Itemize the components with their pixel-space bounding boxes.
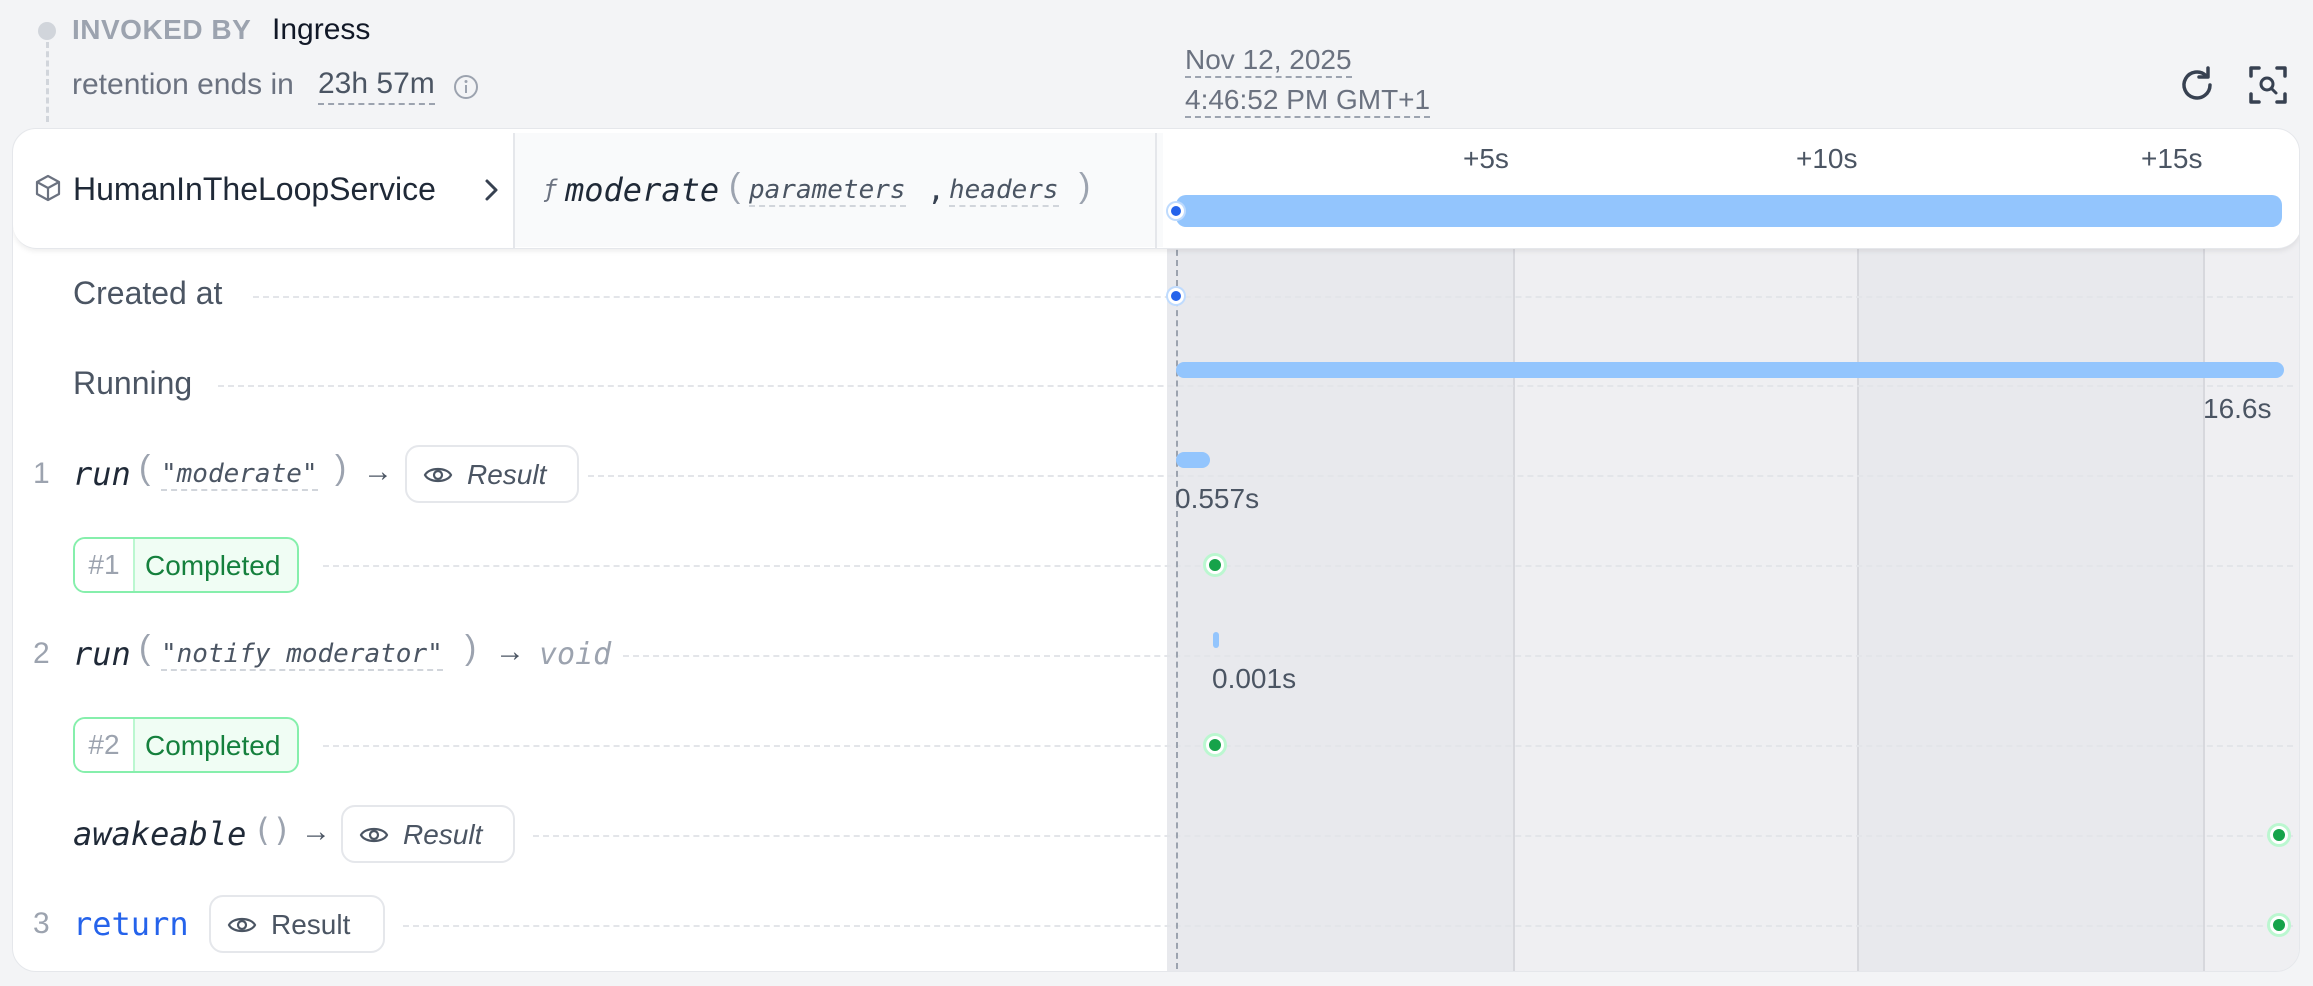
retention-value[interactable]: 23h 57m	[318, 67, 435, 105]
attempt-number: #2	[75, 719, 135, 771]
step-number: 3	[33, 907, 50, 940]
tick-label: +15s	[2141, 143, 2203, 174]
attempt-status-badge[interactable]: #2 Completed	[73, 717, 299, 773]
param-headers[interactable]: headers	[949, 175, 1059, 207]
invocation-header-row: HumanInTheLoopService ƒ moderate ( param…	[13, 129, 2299, 249]
origin-connector	[46, 42, 49, 122]
close-paren: )	[1079, 167, 1091, 205]
row-guide	[623, 655, 2293, 657]
arrow-icon: →	[301, 815, 331, 848]
attempt-completed-dot[interactable]	[1206, 736, 1224, 754]
result-button-label: Result	[403, 819, 483, 850]
invoked-by-value: Ingress	[272, 13, 371, 46]
result-button-label: Result	[467, 459, 547, 490]
result-button[interactable]: Result	[405, 445, 579, 503]
row-guide	[323, 565, 2293, 567]
result-button[interactable]: Result	[209, 895, 385, 953]
step-return-void: void	[539, 637, 612, 672]
step-run-arg[interactable]: "moderate"	[161, 459, 318, 491]
result-button[interactable]: Result	[341, 805, 515, 863]
timeline-start-marker	[1176, 129, 1178, 971]
grid-line	[1857, 129, 1859, 971]
step-number: 1	[33, 457, 50, 490]
invocation-origin-dot	[38, 22, 56, 40]
tick-label: +10s	[1796, 143, 1858, 174]
param-separator: ,	[927, 173, 946, 208]
step-run-keyword: run	[73, 635, 131, 673]
row-guide	[588, 475, 2293, 477]
created-at-label: Created at	[73, 275, 223, 311]
invoked-by-label: INVOKED BY	[72, 14, 252, 45]
open-paren: (	[729, 167, 741, 205]
row-guide	[218, 385, 2293, 387]
timeline-band	[1513, 129, 1857, 971]
step-number: 2	[33, 637, 50, 670]
invocation-duration-bar[interactable]	[1176, 195, 2282, 227]
awakeable-parens: ()	[253, 811, 292, 849]
invocation-journal-card: HumanInTheLoopService ƒ moderate ( param…	[12, 128, 2300, 972]
open-paren: (	[139, 629, 151, 667]
refresh-icon[interactable]	[2174, 62, 2220, 108]
grid-line	[1513, 129, 1515, 971]
handler-name[interactable]: moderate	[565, 171, 719, 209]
running-duration: 16.6s	[2203, 393, 2272, 424]
retention-label: retention ends in	[72, 68, 294, 101]
attempt-status: Completed	[145, 550, 281, 581]
close-paren: )	[465, 629, 477, 667]
info-icon[interactable]	[452, 73, 480, 101]
start-date[interactable]: Nov 12, 2025	[1185, 44, 1352, 78]
row-guide	[533, 835, 2293, 837]
eye-icon	[359, 827, 389, 843]
start-time[interactable]: 4:46:52 PM GMT+1	[1185, 84, 1431, 118]
step-run-keyword: run	[73, 455, 131, 493]
awakeable-resolved-dot[interactable]	[2270, 826, 2288, 844]
step-run-arg[interactable]: "notify moderator"	[161, 639, 443, 671]
created-at-dot[interactable]	[1168, 288, 1184, 304]
close-paren: )	[335, 449, 347, 487]
param-parameters[interactable]: parameters	[749, 175, 906, 207]
attempt-status: Completed	[145, 730, 281, 761]
zoom-fit-icon[interactable]	[2245, 62, 2291, 108]
arrow-icon: →	[363, 455, 393, 488]
function-icon: ƒ	[543, 175, 558, 203]
grid-line	[2203, 129, 2205, 971]
return-dot[interactable]	[2270, 916, 2288, 934]
step-duration-bar[interactable]	[1176, 452, 1210, 468]
arrow-icon: →	[495, 635, 525, 668]
running-label: Running	[73, 365, 193, 401]
step-duration: 0.001s	[1212, 663, 1297, 694]
row-guide	[253, 296, 2293, 298]
tick-label: +5s	[1463, 143, 1509, 174]
open-paren: (	[139, 449, 151, 487]
eye-icon	[423, 467, 453, 483]
service-cube-icon	[35, 174, 61, 202]
step-duration-bar[interactable]	[1213, 632, 1219, 648]
divider	[1155, 133, 1157, 249]
return-keyword: return	[73, 905, 189, 943]
awakeable-keyword: awakeable	[73, 815, 247, 853]
attempt-status-badge[interactable]: #1 Completed	[73, 537, 299, 593]
attempt-completed-dot[interactable]	[1206, 556, 1224, 574]
row-guide	[323, 745, 2293, 747]
invocation-start-dot	[1168, 203, 1184, 219]
timeline-area	[1167, 129, 2299, 971]
attempt-number: #1	[75, 539, 135, 591]
row-guide	[403, 925, 2293, 927]
result-button-label: Result	[271, 909, 351, 940]
chevron-right-icon	[485, 179, 498, 201]
service-name[interactable]: HumanInTheLoopService	[73, 171, 436, 208]
running-bar[interactable]	[1176, 362, 2284, 378]
step-duration: 0.557s	[1175, 483, 1260, 514]
eye-icon	[227, 917, 257, 933]
timeline-band	[2203, 129, 2299, 971]
